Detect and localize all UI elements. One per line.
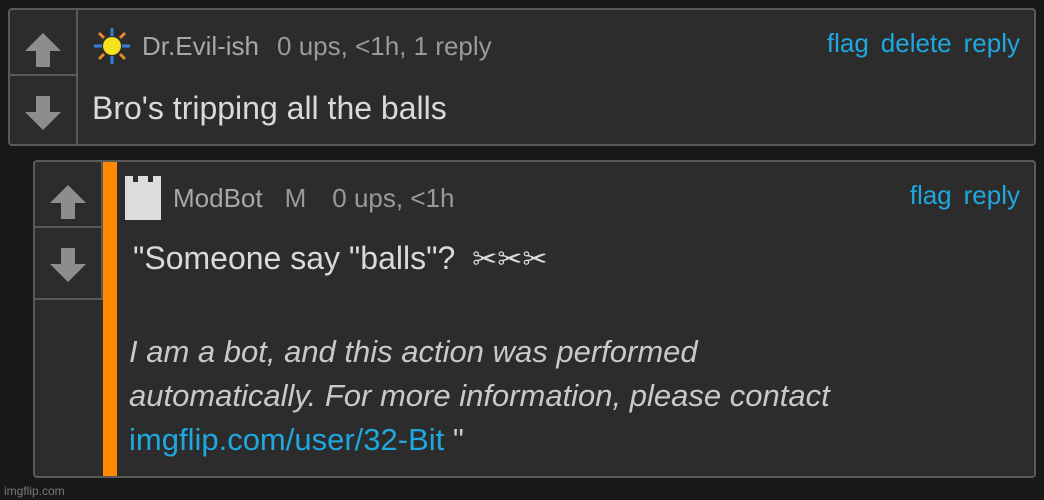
bot-contact-line: imgflip.com/user/32-Bit "	[129, 418, 830, 462]
upvote-button[interactable]	[10, 10, 76, 74]
mod-badge: M	[284, 182, 307, 213]
comment-header: Dr.Evil-ish 0 ups, <1h, 1 reply	[92, 26, 492, 66]
comment-meta: 0 ups, <1h, 1 reply	[277, 30, 492, 61]
sun-icon[interactable]	[92, 26, 132, 66]
arrow-down-icon	[50, 248, 86, 282]
comment-header: ModBot M 0 ups, <1h	[123, 176, 454, 220]
quote-text: "Someone say "balls"?	[133, 240, 456, 276]
comment-card: Dr.Evil-ish 0 ups, <1h, 1 reply flag del…	[8, 8, 1036, 146]
arrow-up-icon	[50, 185, 86, 219]
reply-link[interactable]: reply	[964, 28, 1020, 59]
reply-comment-card: ModBot M 0 ups, <1h flag reply "Someone …	[33, 160, 1036, 478]
bot-disclaimer-line: I am a bot, and this action was performe…	[129, 334, 698, 369]
vote-column	[10, 10, 78, 144]
arrow-up-icon	[25, 33, 61, 67]
bot-disclaimer-line: automatically. For more information, ple…	[129, 378, 830, 413]
vote-column	[35, 162, 103, 300]
downvote-button[interactable]	[35, 226, 101, 298]
bot-accent-bar	[103, 162, 117, 476]
comment-actions: flag reply	[910, 180, 1020, 211]
downvote-button[interactable]	[10, 74, 76, 146]
username-link[interactable]: ModBot	[173, 183, 263, 214]
comment-text: "Someone say "balls"? ✂✂✂	[133, 240, 548, 277]
tower-icon[interactable]	[123, 176, 163, 220]
scissors-icon: ✂✂✂	[472, 243, 548, 276]
flag-link[interactable]: flag	[827, 28, 869, 59]
upvote-button[interactable]	[35, 162, 101, 226]
username-link[interactable]: Dr.Evil-ish	[142, 31, 259, 62]
delete-link[interactable]: delete	[881, 28, 952, 59]
comment-actions: flag delete reply	[827, 28, 1020, 59]
comment-text: Bro's tripping all the balls	[92, 90, 447, 126]
comment-meta: 0 ups, <1h	[332, 182, 455, 213]
quote-close: "	[444, 422, 464, 457]
arrow-down-icon	[25, 96, 61, 130]
watermark: imgflip.com	[4, 484, 65, 498]
flag-link[interactable]: flag	[910, 180, 952, 211]
contact-link[interactable]: imgflip.com/user/32-Bit	[129, 422, 444, 457]
reply-link[interactable]: reply	[964, 180, 1020, 211]
bot-disclaimer: I am a bot, and this action was performe…	[129, 330, 830, 462]
